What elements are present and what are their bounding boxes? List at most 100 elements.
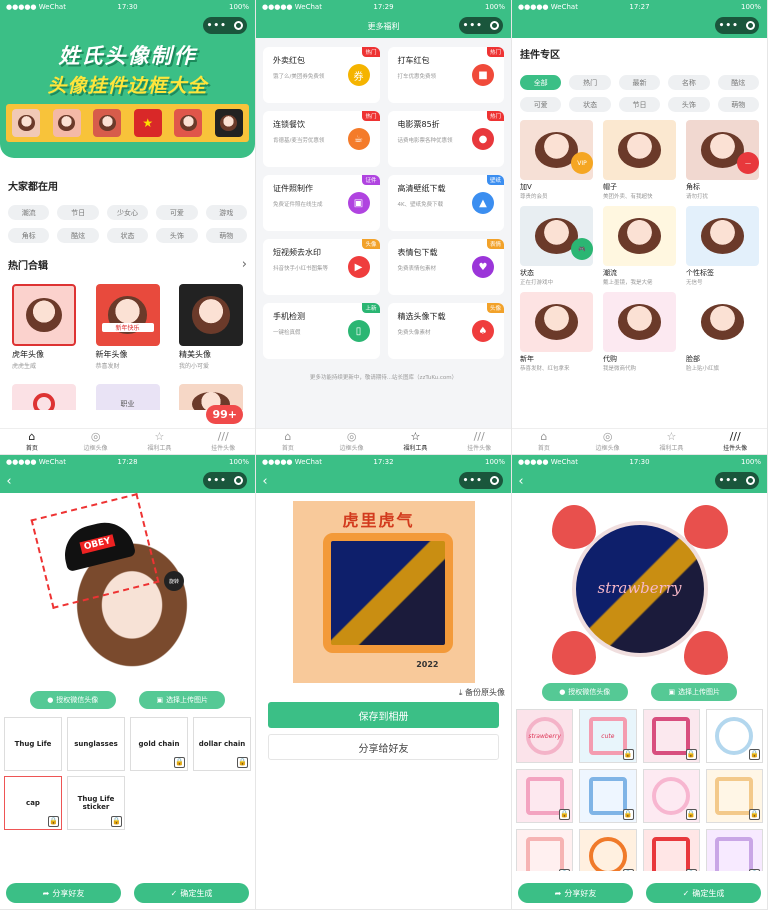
tab-frame[interactable]: ◎ 边框头像	[64, 429, 128, 454]
share-button[interactable]: ➦ 分享好友	[518, 883, 633, 903]
pendant-card[interactable]: 潮流 戴上墨镜，我是大佬	[603, 206, 676, 286]
share-friend-button[interactable]: 分享给好友	[268, 734, 499, 760]
close-app-icon[interactable]	[490, 21, 500, 30]
welfare-card[interactable]: 精选头像下载 免费头像素材 头像 ♠	[387, 303, 504, 359]
filter-chip[interactable]: 萌物	[717, 97, 759, 112]
auth-wechat-button[interactable]: ● 授权微信头像	[541, 683, 628, 701]
tab-pendant[interactable]: /// 挂件头像	[703, 429, 767, 454]
tab-home[interactable]: ⌂ 首页	[0, 429, 64, 454]
close-app-icon[interactable]	[746, 476, 756, 485]
back-icon[interactable]: ‹	[258, 469, 272, 493]
frame-option[interactable]: 🔒	[516, 769, 574, 823]
filter-chip[interactable]: 热门	[569, 75, 611, 90]
frame-option[interactable]: 🔒	[705, 829, 763, 871]
welfare-card[interactable]: 打车红包 打车优惠免费领 热门 ■	[387, 47, 504, 103]
collection-card[interactable]: 新年快乐 新年头像 恭喜发财	[95, 284, 160, 370]
welfare-card[interactable]: 连锁餐饮 肯德基/麦当劳优惠领 热门 ☕	[263, 111, 380, 167]
sticker-option[interactable]: Thug Life	[4, 717, 62, 771]
share-button[interactable]: ➦ 分享好友	[6, 883, 121, 903]
frame-option[interactable]: strawberry	[516, 709, 574, 763]
tab-home[interactable]: ⌂ 首页	[512, 429, 576, 454]
tag-chip[interactable]: 潮流	[8, 205, 50, 220]
sticker-option[interactable]: cap 🔒	[4, 776, 62, 830]
upload-image-button[interactable]: ▣ 选择上传图片	[651, 683, 738, 701]
close-app-icon[interactable]	[746, 21, 756, 30]
filter-chip[interactable]: 节日	[618, 97, 661, 112]
welfare-card[interactable]: 外卖红包 饿了么/美团券免费领 热门券	[263, 47, 380, 103]
sticker-option[interactable]: Thug Life sticker 🔒	[67, 776, 125, 830]
pendant-card[interactable]: 脸部 脸上贴小红旗	[686, 292, 759, 372]
filter-chip[interactable]: 名称	[668, 75, 710, 90]
frame-option[interactable]: 🔒	[579, 769, 637, 823]
welfare-card[interactable]: 证件照制作 免费证件照在线生成 证件 ▣	[263, 175, 380, 231]
more-icon[interactable]: •••	[719, 21, 739, 31]
confirm-button[interactable]: ✓ 确定生成	[134, 883, 249, 903]
filter-chip[interactable]: 最新	[618, 75, 661, 90]
auth-wechat-button[interactable]: ● 授权微信头像	[29, 691, 116, 709]
pendant-card[interactable]: — 角标 请勿打扰	[686, 120, 759, 200]
tag-chip[interactable]: 状态	[106, 228, 149, 243]
collection-cover[interactable]: 职业	[95, 384, 160, 410]
tab-pendant[interactable]: /// 挂件头像	[447, 429, 511, 454]
tab-frame[interactable]: ◎ 边框头像	[320, 429, 384, 454]
filter-chip[interactable]: 酷炫	[717, 75, 759, 90]
close-app-icon[interactable]	[490, 476, 500, 485]
tab-frame[interactable]: ◎ 边框头像	[576, 429, 640, 454]
tab-pendant[interactable]: /// 挂件头像	[191, 429, 255, 454]
tab-welfare[interactable]: ☆ 福利工具	[384, 429, 448, 454]
capsule-menu[interactable]: •••	[715, 472, 759, 489]
tag-chip[interactable]: 游戏	[205, 205, 247, 220]
back-icon[interactable]: ‹	[2, 469, 16, 493]
badge-count[interactable]: 99+	[206, 405, 243, 424]
pendant-card[interactable]: VIP 加V 尊贵的会员	[520, 120, 593, 200]
collection-cover[interactable]	[12, 384, 76, 410]
rotate-handle[interactable]: 旋转	[164, 571, 184, 591]
sticker-option[interactable]: gold chain 🔒	[130, 717, 188, 771]
close-app-icon[interactable]	[234, 476, 244, 485]
sticker-option[interactable]: dollar chain 🔒	[193, 717, 251, 771]
more-icon[interactable]: •••	[207, 476, 227, 486]
capsule-menu[interactable]: •••	[203, 17, 247, 34]
tab-welfare[interactable]: ☆ 福利工具	[128, 429, 192, 454]
upload-image-button[interactable]: ▣ 选择上传图片	[139, 691, 226, 709]
frame-option[interactable]: 🔒	[705, 769, 763, 823]
frame-option[interactable]: 🔒	[516, 829, 574, 871]
collection-card[interactable]: 精美头像 我的小可爱	[179, 284, 243, 370]
frame-option[interactable]: cute 🔒	[579, 709, 637, 763]
more-icon[interactable]: •••	[719, 476, 739, 486]
frame-option[interactable]: 🔒	[642, 709, 700, 763]
save-to-album-button[interactable]: 保存到相册	[268, 702, 499, 728]
pendant-card[interactable]: 代购 我是微商代购	[603, 292, 676, 372]
tag-chip[interactable]: 少女心	[106, 205, 149, 220]
capsule-menu[interactable]: •••	[459, 17, 503, 34]
more-icon[interactable]: •••	[463, 476, 483, 486]
tab-welfare[interactable]: ☆ 福利工具	[640, 429, 704, 454]
tag-chip[interactable]: 萌物	[205, 228, 247, 243]
pendant-card[interactable]: 新年 恭喜发财、红包拿来	[520, 292, 593, 372]
sticker-option[interactable]: sunglasses	[67, 717, 125, 771]
filter-chip[interactable]: 可爱	[520, 97, 562, 112]
filter-chip[interactable]: 状态	[569, 97, 611, 112]
frame-option[interactable]: 🔒	[642, 829, 700, 871]
frame-option[interactable]: 🔒	[579, 829, 637, 871]
tag-chip[interactable]: 角标	[8, 228, 50, 243]
tab-home[interactable]: ⌂ 首页	[256, 429, 320, 454]
pendant-card[interactable]: 个性标签 无信号	[686, 206, 759, 286]
collection-card[interactable]: 虎年头像 虎虎生威	[12, 284, 76, 370]
filter-chip[interactable]: 头饰	[668, 97, 710, 112]
pendant-card[interactable]: 🎮 状态 正在打游戏中	[520, 206, 593, 286]
close-app-icon[interactable]	[234, 21, 244, 30]
frame-option[interactable]: 🔒	[705, 709, 763, 763]
welfare-card[interactable]: 电影票85折 话费电影票各种优惠领 热门 ●	[387, 111, 504, 167]
tag-chip[interactable]: 节日	[57, 205, 99, 220]
capsule-menu[interactable]: •••	[459, 472, 503, 489]
more-icon[interactable]: •••	[463, 21, 483, 31]
capsule-menu[interactable]: •••	[203, 472, 247, 489]
capsule-menu[interactable]: •••	[715, 17, 759, 34]
tag-chip[interactable]: 头饰	[156, 228, 198, 243]
pendant-card[interactable]: 帽子 美团外卖、有我超快	[603, 120, 676, 200]
welfare-card[interactable]: 表情包下载 免费表情包素材 表情 ♥	[387, 239, 504, 295]
welfare-card[interactable]: 短视频去水印 抖音快手小红书图集等 头像 ▶	[263, 239, 380, 295]
welfare-card[interactable]: 手机检测 一键检真假 上新 ▯	[263, 303, 380, 359]
tag-chip[interactable]: 可爱	[156, 205, 198, 220]
